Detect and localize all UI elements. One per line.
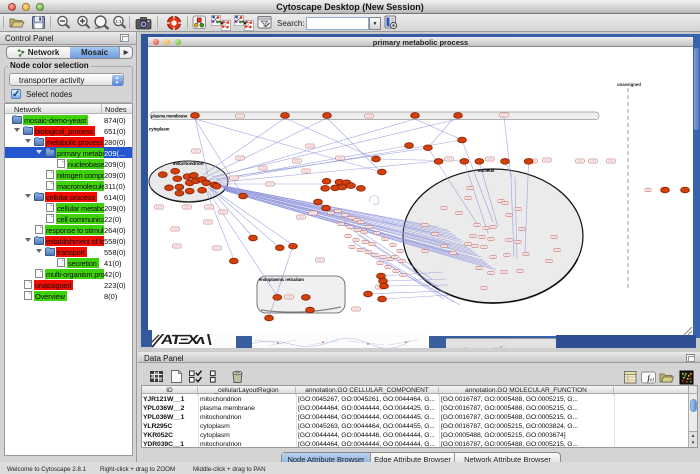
svg-text:cytoplasm: cytoplasm [149,127,170,132]
svg-text:plasma membrane: plasma membrane [151,113,188,118]
svg-text:nucleus: nucleus [478,168,495,173]
svg-text:endoplasmic reticulum: endoplasmic reticulum [259,277,304,282]
svg-text:unassigned: unassigned [617,82,641,87]
svg-text:(o): (o) [648,378,654,383]
svg-text:mitochondrion: mitochondrion [173,161,204,166]
svg-text:1:1: 1:1 [115,19,122,24]
